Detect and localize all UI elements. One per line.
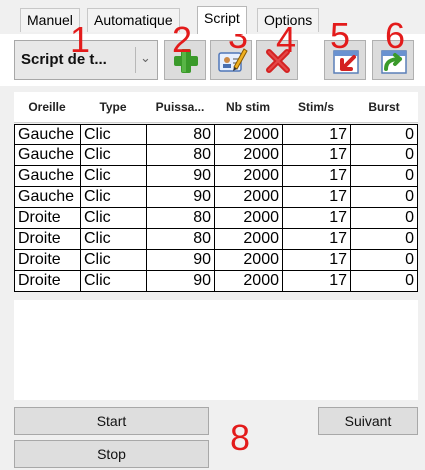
cell-type[interactable]: Clic — [80, 124, 147, 145]
tab-script[interactable]: Script — [197, 6, 247, 34]
tab-bar: Manuel Automatique Script Options — [0, 0, 425, 35]
annotation-5: 5 — [330, 15, 351, 56]
cell-burst[interactable]: 0 — [350, 271, 418, 292]
cell-puissance[interactable]: 90 — [146, 166, 215, 187]
cell-nb-stim[interactable]: 2000 — [214, 208, 283, 229]
start-button[interactable]: Start — [14, 407, 209, 435]
cell-nb-stim[interactable]: 2000 — [214, 229, 283, 250]
cell-puissance[interactable]: 90 — [146, 187, 215, 208]
column-header-type[interactable]: Type — [80, 100, 146, 114]
annotation-6: 6 — [385, 15, 406, 56]
cell-oreille[interactable]: Gauche — [14, 124, 81, 145]
cell-burst[interactable]: 0 — [350, 250, 418, 271]
table-row[interactable]: Gauche Clic 90 2000 17 0 — [14, 187, 418, 208]
cell-oreille[interactable]: Droite — [14, 271, 81, 292]
chevron-down-icon[interactable]: ⌄ — [140, 50, 151, 66]
next-button[interactable]: Suivant — [318, 407, 418, 435]
cell-type[interactable]: Clic — [80, 208, 147, 229]
cell-burst[interactable]: 0 — [350, 124, 418, 145]
cell-puissance[interactable]: 80 — [146, 124, 215, 145]
table-empty-area — [14, 300, 418, 400]
cell-puissance[interactable]: 90 — [146, 250, 215, 271]
cell-burst[interactable]: 0 — [350, 229, 418, 250]
cell-type[interactable]: Clic — [80, 166, 147, 187]
cell-oreille[interactable]: Gauche — [14, 166, 81, 187]
cell-type[interactable]: Clic — [80, 229, 147, 250]
cell-puissance[interactable]: 90 — [146, 271, 215, 292]
cell-nb-stim[interactable]: 2000 — [214, 124, 283, 145]
table-row[interactable]: Droite Clic 90 2000 17 0 — [14, 250, 418, 271]
column-header-nb-stim[interactable]: Nb stim — [214, 100, 282, 114]
table-row[interactable]: Droite Clic 80 2000 17 0 — [14, 208, 418, 229]
cell-type[interactable]: Clic — [80, 187, 147, 208]
cell-stim-s[interactable]: 17 — [282, 166, 351, 187]
cell-nb-stim[interactable]: 2000 — [214, 166, 283, 187]
cell-stim-s[interactable]: 17 — [282, 250, 351, 271]
cell-type[interactable]: Clic — [80, 250, 147, 271]
cell-oreille[interactable]: Droite — [14, 208, 81, 229]
script-table: Oreille Type Puissa... Nb stim Stim/s Bu… — [14, 92, 418, 298]
cell-stim-s[interactable]: 17 — [282, 208, 351, 229]
cell-type[interactable]: Clic — [80, 145, 147, 166]
column-header-oreille[interactable]: Oreille — [14, 100, 80, 114]
column-header-stim-s[interactable]: Stim/s — [282, 100, 350, 114]
cell-nb-stim[interactable]: 2000 — [214, 187, 283, 208]
annotation-1: 1 — [70, 19, 91, 60]
cell-puissance[interactable]: 80 — [146, 229, 215, 250]
cell-stim-s[interactable]: 17 — [282, 229, 351, 250]
cell-burst[interactable]: 0 — [350, 145, 418, 166]
cell-oreille[interactable]: Gauche — [14, 145, 81, 166]
annotation-4: 4 — [276, 19, 297, 60]
table-row[interactable]: Gauche Clic 80 2000 17 0 — [14, 145, 418, 166]
table-row[interactable]: Gauche Clic 80 2000 17 0 — [14, 124, 418, 145]
cell-nb-stim[interactable]: 2000 — [214, 271, 283, 292]
table-header: Oreille Type Puissa... Nb stim Stim/s Bu… — [14, 92, 418, 123]
annotation-2: 2 — [172, 19, 193, 60]
cell-type[interactable]: Clic — [80, 271, 147, 292]
cell-oreille[interactable]: Gauche — [14, 187, 81, 208]
cell-stim-s[interactable]: 17 — [282, 124, 351, 145]
table-body: Gauche Clic 80 2000 17 0 Gauche Clic 80 2000 17 0 Ga… — [14, 124, 418, 292]
script-select-value: Script de t... — [21, 51, 107, 68]
cell-nb-stim[interactable]: 2000 — [214, 250, 283, 271]
cell-puissance[interactable]: 80 — [146, 145, 215, 166]
table-row[interactable]: Gauche Clic 90 2000 17 0 — [14, 166, 418, 187]
table-row[interactable]: Droite Clic 90 2000 17 0 — [14, 271, 418, 292]
cell-stim-s[interactable]: 17 — [282, 145, 351, 166]
combo-divider — [135, 47, 136, 73]
cell-stim-s[interactable]: 17 — [282, 271, 351, 292]
cell-burst[interactable]: 0 — [350, 208, 418, 229]
column-header-puissance[interactable]: Puissa... — [146, 100, 214, 114]
cell-nb-stim[interactable]: 2000 — [214, 145, 283, 166]
cell-burst[interactable]: 0 — [350, 187, 418, 208]
annotation-8: 8 — [230, 417, 251, 458]
cell-puissance[interactable]: 80 — [146, 208, 215, 229]
stop-button[interactable]: Stop — [14, 440, 209, 468]
column-header-burst[interactable]: Burst — [350, 100, 418, 114]
cell-oreille[interactable]: Droite — [14, 250, 81, 271]
cell-stim-s[interactable]: 17 — [282, 187, 351, 208]
tab-automatique[interactable]: Automatique — [87, 8, 180, 32]
cell-burst[interactable]: 0 — [350, 166, 418, 187]
table-row[interactable]: Droite Clic 80 2000 17 0 — [14, 229, 418, 250]
cell-oreille[interactable]: Droite — [14, 229, 81, 250]
